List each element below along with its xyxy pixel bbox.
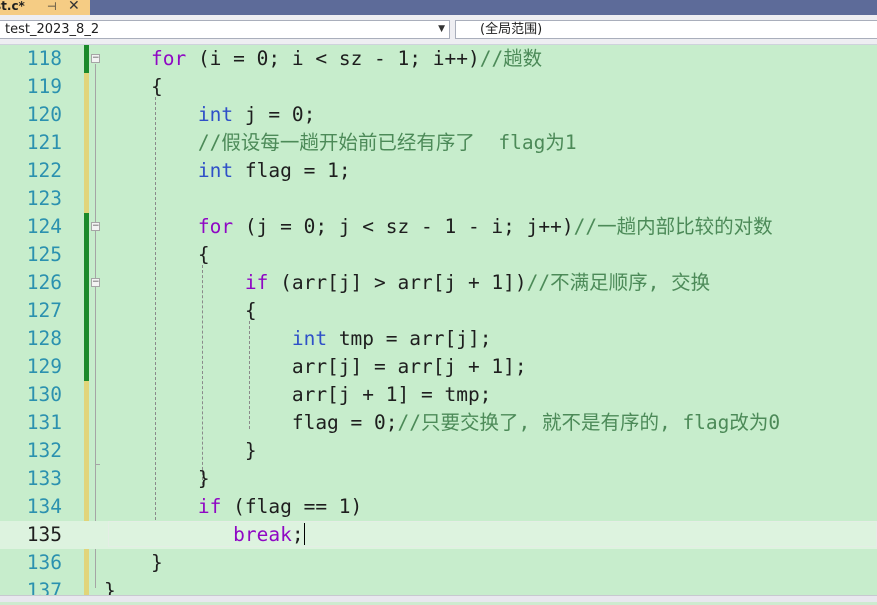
line-code[interactable]: for (j = 0; j < sz - 1 - i; j++)//一趟内部比较… (104, 213, 773, 241)
pin-icon[interactable]: ⊣ (47, 0, 57, 13)
line-code[interactable]: if (arr[j] > arr[j + 1])//不满足顺序, 交换 (104, 269, 710, 297)
line-number: 132 (26, 439, 62, 462)
code-line[interactable]: 121 //假设每一趟开始前已经有序了 flag为1 (0, 129, 877, 157)
line-code[interactable]: { (104, 297, 257, 325)
code-line[interactable]: 131 flag = 0;//只要交换了, 就不是有序的, flag改为0 (0, 409, 877, 437)
line-number: 130 (26, 383, 62, 406)
code-line[interactable]: 124 for (j = 0; j < sz - 1 - i; j++)//一趟… (0, 213, 877, 241)
line-code[interactable]: break; (104, 521, 306, 549)
line-number: 125 (26, 243, 62, 266)
close-icon[interactable]: ✕ (68, 0, 80, 14)
line-number: 126 (26, 271, 62, 294)
code-line[interactable]: 126 if (arr[j] > arr[j + 1])//不满足顺序, 交换 (0, 269, 877, 297)
code-line[interactable]: 122 int flag = 1; (0, 157, 877, 185)
line-code[interactable]: arr[j] = arr[j + 1]; (104, 353, 527, 381)
line-number: 124 (26, 215, 62, 238)
code-line[interactable]: 125 { (0, 241, 877, 269)
line-code[interactable]: if (flag == 1) (104, 493, 362, 521)
line-number: 129 (26, 355, 62, 378)
line-code[interactable]: int j = 0; (104, 101, 315, 129)
code-line[interactable]: 128 int tmp = arr[j]; (0, 325, 877, 353)
line-code[interactable]: int tmp = arr[j]; (104, 325, 492, 353)
code-line[interactable]: 129 arr[j] = arr[j + 1]; (0, 353, 877, 381)
project-name: test_2023_8_2 (5, 22, 100, 37)
document-tab[interactable]: st.c* ⊣ ✕ (0, 0, 90, 15)
line-number: 119 (26, 75, 62, 98)
chevron-down-icon[interactable]: ▼ (438, 21, 445, 38)
line-number: 133 (26, 467, 62, 490)
code-editor[interactable]: − − − 118 for (i = 0; i < sz - 1; i++)//… (0, 45, 877, 602)
line-number: 131 (26, 411, 62, 434)
line-number: 123 (26, 187, 62, 210)
scope-name: (全局范围) (480, 22, 543, 37)
code-line[interactable]: 130 arr[j + 1] = tmp; (0, 381, 877, 409)
line-number: 118 (26, 47, 62, 70)
code-line[interactable]: 119 { (0, 73, 877, 101)
code-line[interactable]: 127 { (0, 297, 877, 325)
line-code[interactable]: } (104, 437, 257, 465)
line-code[interactable]: flag = 0;//只要交换了, 就不是有序的, flag改为0 (104, 409, 780, 437)
line-number: 134 (26, 495, 62, 518)
line-number: 135 (26, 523, 62, 546)
line-number: 120 (26, 103, 62, 126)
code-line[interactable]: 136 } (0, 549, 877, 577)
code-line[interactable]: 135 break; (0, 521, 877, 549)
navigation-bar: test_2023_8_2 ▼ (全局范围) (0, 15, 877, 45)
code-line[interactable]: 133 } (0, 465, 877, 493)
code-line[interactable]: 120 int j = 0; (0, 101, 877, 129)
line-code[interactable]: arr[j + 1] = tmp; (104, 381, 492, 409)
project-dropdown[interactable]: test_2023_8_2 ▼ (0, 20, 450, 39)
line-number: 136 (26, 551, 62, 574)
code-line[interactable]: 118 for (i = 0; i < sz - 1; i++)//趟数 (0, 45, 877, 73)
code-line[interactable]: 132 } (0, 437, 877, 465)
code-line[interactable]: 134 if (flag == 1) (0, 493, 877, 521)
line-code[interactable]: } (104, 549, 163, 577)
line-code[interactable]: } (104, 465, 210, 493)
line-code[interactable]: int flag = 1; (104, 157, 351, 185)
code-line[interactable]: 123 (0, 185, 877, 213)
line-code[interactable]: { (104, 241, 210, 269)
line-number: 122 (26, 159, 62, 182)
line-number: 128 (26, 327, 62, 350)
line-number: 121 (26, 131, 62, 154)
line-code[interactable]: { (104, 73, 163, 101)
tab-title: st.c* (0, 0, 25, 13)
scope-dropdown[interactable]: (全局范围) (455, 20, 877, 39)
line-code[interactable]: //假设每一趟开始前已经有序了 flag为1 (104, 129, 577, 157)
document-tab-bar: st.c* ⊣ ✕ (0, 0, 877, 15)
line-code[interactable]: for (i = 0; i < sz - 1; i++)//趟数 (104, 45, 542, 73)
line-number: 127 (26, 299, 62, 322)
